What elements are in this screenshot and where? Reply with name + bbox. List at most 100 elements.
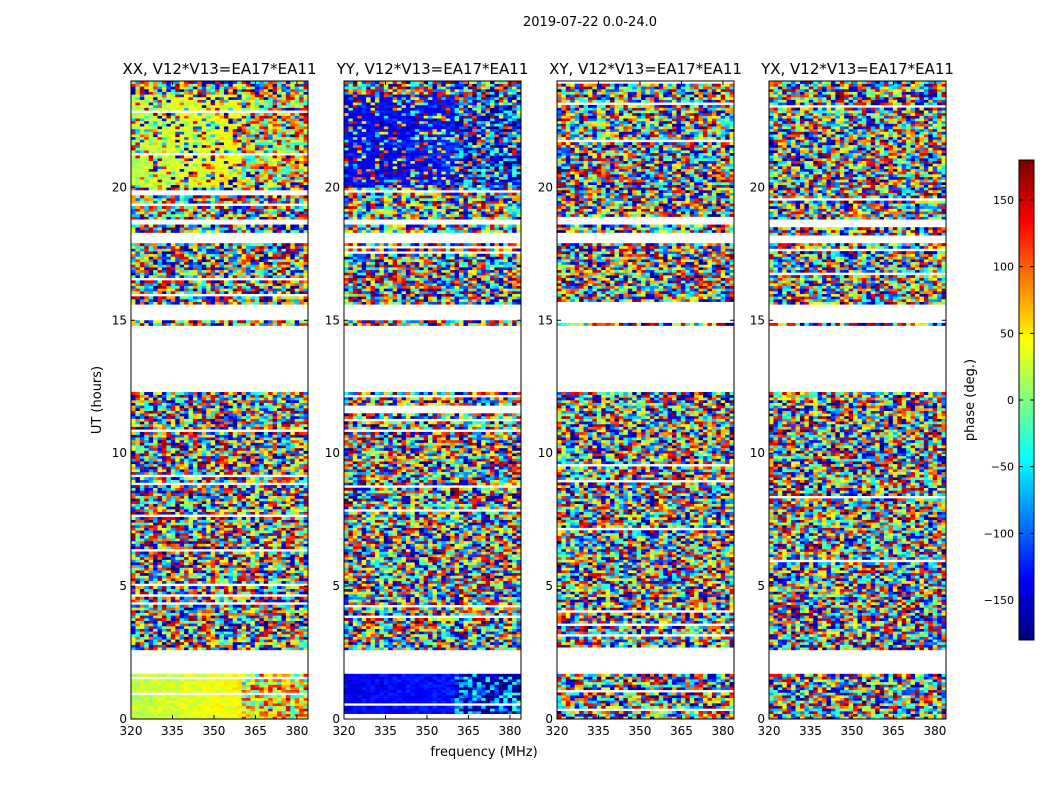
heatmap-cell (228, 397, 234, 401)
heatmap-cell (223, 259, 229, 263)
heatmap-cell (175, 713, 180, 717)
heatmap-cell (219, 445, 225, 449)
heatmap-cell (272, 703, 278, 707)
heatmap-cell (131, 479, 136, 483)
heatmap-cell (246, 580, 251, 584)
heatmap-cell (215, 259, 220, 263)
heatmap-cell (153, 711, 158, 714)
heatmap-cell (197, 301, 203, 305)
heatmap-cell (254, 530, 260, 534)
heatmap-cell (192, 687, 198, 691)
heatmap-cell (139, 253, 145, 257)
heatmap-cell (157, 687, 163, 691)
heatmap-cell (135, 269, 141, 273)
heatmap-cell (157, 596, 163, 600)
heatmap-cell (250, 285, 256, 289)
heatmap-cell (299, 567, 304, 571)
heatmap-cell (237, 519, 242, 523)
heatmap-cell (277, 639, 282, 643)
heatmap-cell (131, 431, 136, 435)
heatmap-cell (232, 697, 238, 701)
heatmap-cell (148, 275, 154, 279)
heatmap-cell (223, 445, 229, 449)
heatmap-cell (161, 538, 167, 542)
heatmap-cell (246, 267, 251, 271)
heatmap-cell (153, 259, 158, 263)
heatmap-cell (179, 711, 185, 714)
heatmap-cell (237, 617, 242, 621)
heatmap-cell (232, 458, 238, 462)
heatmap-cell (237, 437, 242, 441)
heatmap-cell (281, 267, 287, 271)
heatmap-cell (131, 538, 136, 542)
heatmap-cell (197, 522, 203, 526)
heatmap-cell (232, 259, 238, 263)
heatmap-cell (157, 636, 163, 640)
heatmap-cell (157, 708, 163, 712)
heatmap-cell (232, 556, 238, 560)
heatmap-cell (232, 285, 238, 289)
heatmap-cell (170, 291, 176, 294)
heatmap-cell (153, 407, 158, 411)
heatmap-cell (246, 644, 251, 648)
heatmap-cell (188, 700, 194, 704)
heatmap-cell (148, 631, 154, 635)
heatmap-cell (210, 607, 216, 611)
heatmap-cell (294, 466, 300, 470)
heatmap-cell (139, 711, 145, 714)
heatmap-cell (285, 516, 291, 520)
heatmap-cell (228, 469, 234, 473)
heatmap-cell (250, 392, 256, 395)
heatmap-cell (232, 543, 238, 547)
heatmap-cell (161, 607, 167, 611)
heatmap-cell (157, 461, 163, 465)
heatmap-cell (131, 285, 136, 289)
heatmap-cell (184, 628, 189, 632)
heatmap-cell (148, 251, 154, 255)
heatmap-cell (135, 431, 141, 435)
heatmap-cell (299, 283, 304, 286)
heatmap-cell (148, 711, 154, 714)
heatmap-cell (184, 551, 189, 555)
heatmap-cell (259, 415, 265, 419)
heatmap-cell (184, 477, 189, 481)
heatmap-cell (206, 264, 211, 268)
heatmap-cell (277, 394, 282, 398)
heatmap-cell (144, 687, 149, 691)
heatmap-cell (268, 407, 273, 411)
heatmap-cell (254, 567, 260, 571)
heatmap-cell (241, 466, 247, 470)
heatmap-cell (263, 522, 269, 526)
heatmap-cell (157, 431, 163, 435)
heatmap-cell (175, 392, 180, 395)
heatmap-cell (277, 623, 282, 627)
heatmap-cell (144, 400, 149, 403)
heatmap-cell (206, 437, 211, 441)
heatmap-cell (188, 540, 194, 544)
heatmap-cell (135, 633, 141, 637)
heatmap-cell (179, 516, 185, 520)
heatmap-cell (232, 320, 238, 324)
heatmap-cell (290, 551, 296, 555)
heatmap-cell (166, 631, 172, 635)
heatmap-cell (272, 535, 278, 539)
heatmap-cell (228, 269, 234, 273)
heatmap-cell (153, 628, 158, 632)
heatmap-cell (131, 562, 136, 566)
heatmap-cell (166, 495, 172, 499)
heatmap-cell (277, 610, 282, 613)
heatmap-cell (215, 586, 220, 590)
heatmap-cell (157, 437, 163, 441)
heatmap-cell (299, 578, 304, 582)
heatmap-cell (210, 679, 216, 683)
heatmap-cell (285, 628, 291, 632)
heatmap-cell (206, 397, 211, 401)
heatmap-cell (197, 418, 203, 422)
heatmap-cell (299, 511, 304, 515)
heatmap-cell (201, 588, 207, 592)
heatmap-cell (254, 442, 260, 446)
heatmap-cell (223, 413, 229, 417)
heatmap-cell (148, 578, 154, 582)
heatmap-cell (210, 285, 216, 289)
heatmap-cell (285, 458, 291, 462)
